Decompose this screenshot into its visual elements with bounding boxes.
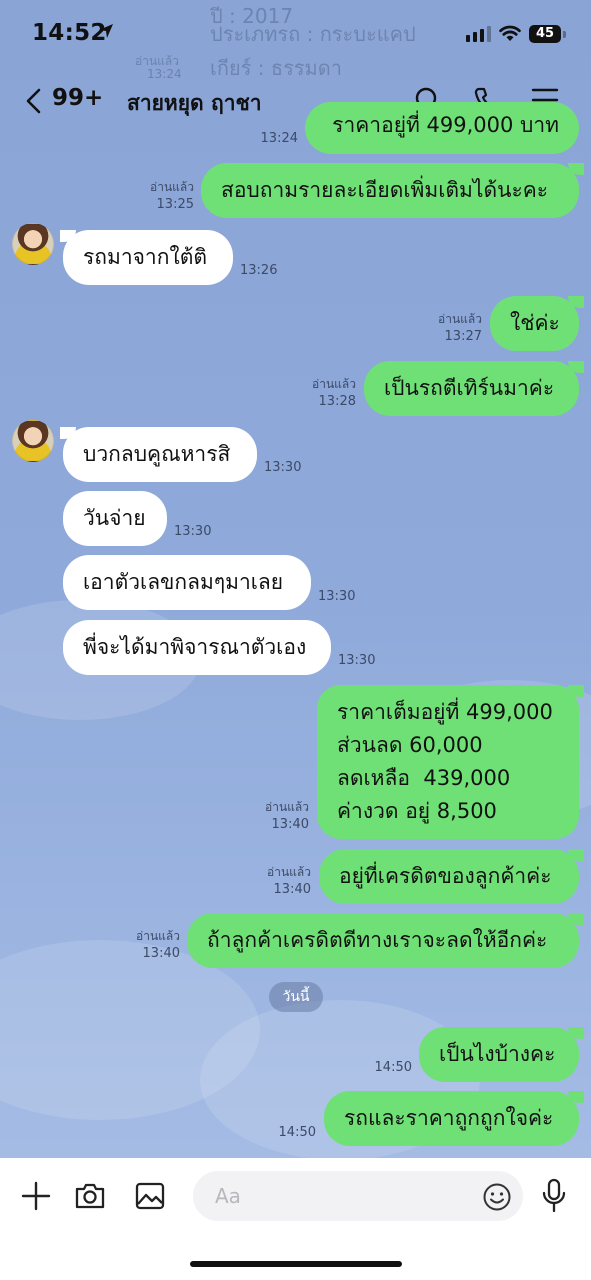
message-time: 13:28: [318, 394, 356, 409]
partial-message-line: ประเภทรถ : กระบะแคป: [210, 22, 416, 46]
message-time: 13:30: [338, 653, 376, 668]
back-chevron-icon[interactable]: [24, 88, 44, 114]
chat-title: สายหยุด ฤาชา: [127, 91, 262, 115]
message-bubble-outgoing[interactable]: ราคาอยู่ที่ 499,000 บาท: [305, 102, 579, 154]
battery-cap: [563, 31, 566, 38]
message-bubble-outgoing[interactable]: รถและราคาถูกถูกใจค่ะ: [324, 1091, 579, 1146]
message-time: 13:40: [142, 946, 180, 961]
plus-icon[interactable]: [20, 1180, 52, 1212]
unread-count[interactable]: 99+: [52, 85, 103, 111]
message-text: เอาตัวเลขกลมๆมาเลย: [83, 570, 284, 594]
message-text: ใช่ค่ะ: [510, 311, 560, 335]
message-bubble-outgoing[interactable]: เป็นรถตีเทิร์นมาค่ะ: [364, 361, 579, 416]
message-text: รถและราคาถูกถูกใจค่ะ: [344, 1106, 554, 1130]
message-meta: อ่านแล้ว 13:25: [120, 179, 194, 213]
message-bubble-outgoing[interactable]: ถ้าลูกค้าเครดิตดีทางเราจะลดให้อีกค่ะ: [187, 913, 579, 968]
message-bubble-incoming[interactable]: รถมาจากใต้ติ: [63, 230, 233, 285]
message-text: สอบถามรายละเอียดเพิ่มเติมได้นะคะ: [221, 178, 549, 202]
battery-icon: 45: [529, 25, 561, 43]
message-time: 14:50: [374, 1060, 412, 1075]
wifi-icon: [499, 25, 521, 41]
message-bubble-incoming[interactable]: เอาตัวเลขกลมๆมาเลย: [63, 555, 311, 610]
message-bubble-incoming[interactable]: พี่จะได้มาพิจารณาตัวเอง: [63, 620, 331, 675]
message-meta: อ่านแล้ว 13:40: [237, 864, 311, 898]
message-text: เป็นไงบ้างคะ: [439, 1042, 556, 1066]
avatar[interactable]: [12, 420, 54, 462]
message-line: ค่างวด อยู่ 8,500: [337, 799, 497, 823]
home-indicator[interactable]: [190, 1261, 402, 1267]
read-receipt: อ่านแล้ว: [438, 312, 482, 326]
signal-icon: [466, 26, 491, 42]
message-time: 13:30: [264, 460, 302, 475]
message-line: ลดเหลือ 439,000: [337, 766, 511, 790]
message-bubble-outgoing[interactable]: เป็นไงบ้างคะ: [419, 1027, 579, 1082]
message-bubble-outgoing[interactable]: ใช่ค่ะ: [490, 296, 579, 351]
message-text: พี่จะได้มาพิจารณาตัวเอง: [83, 635, 307, 659]
message-time: 13:24: [260, 131, 298, 146]
message-meta: อ่านแล้ว 13:40: [237, 799, 309, 833]
message-time: 13:40: [273, 882, 311, 897]
location-arrow-icon: [99, 24, 113, 38]
camera-icon[interactable]: [74, 1180, 106, 1212]
message-text: ราคาอยู่ที่ 499,000 บาท: [332, 113, 559, 137]
message-text: เป็นรถตีเทิร์นมาค่ะ: [384, 376, 555, 400]
message-bubble-outgoing[interactable]: สอบถามรายละเอียดเพิ่มเติมได้นะคะ: [201, 163, 579, 218]
message-line: ราคาเต็มอยู่ที่ 499,000: [337, 700, 553, 724]
message-time: 13:40: [271, 817, 309, 832]
message-time: 14:50: [278, 1125, 316, 1140]
message-meta: อ่านแล้ว 13:40: [106, 928, 180, 962]
status-time: 14:52: [32, 20, 107, 46]
message-input[interactable]: [193, 1171, 523, 1221]
message-time: 13:27: [444, 329, 482, 344]
message-text: บวกลบคูณหารสิ: [83, 442, 231, 466]
message-bubble-outgoing[interactable]: ราคาเต็มอยู่ที่ 499,000 ส่วนลด 60,000 ลด…: [317, 685, 579, 839]
message-bubble-incoming[interactable]: วันจ่าย: [63, 491, 167, 546]
message-text: รถมาจากใต้ติ: [83, 245, 207, 269]
message-time: 13:25: [156, 197, 194, 212]
avatar[interactable]: [12, 223, 54, 265]
microphone-icon[interactable]: [540, 1178, 568, 1214]
message-text: ถ้าลูกค้าเครดิตดีทางเราจะลดให้อีกค่ะ: [207, 928, 548, 952]
message-meta: อ่านแล้ว 13:28: [284, 376, 356, 410]
read-receipt: อ่านแล้ว: [265, 800, 309, 814]
emoji-icon[interactable]: [482, 1182, 512, 1212]
message-bubble-outgoing[interactable]: อยู่ที่เครดิตของลูกค้าค่ะ: [319, 849, 579, 904]
read-receipt: อ่านแล้ว: [267, 865, 311, 879]
message-meta: อ่านแล้ว 13:27: [410, 311, 482, 345]
message-time: 13:30: [174, 524, 212, 539]
read-receipt: อ่านแล้ว: [136, 929, 180, 943]
message-text: อยู่ที่เครดิตของลูกค้าค่ะ: [339, 864, 552, 888]
date-separator: วันนี้: [269, 982, 323, 1012]
message-bubble-incoming[interactable]: บวกลบคูณหารสิ: [63, 427, 257, 482]
message-time: 13:30: [318, 589, 356, 604]
image-icon[interactable]: [134, 1180, 166, 1212]
read-receipt: อ่านแล้ว: [150, 180, 194, 194]
message-line: ส่วนลด 60,000: [337, 733, 483, 757]
message-text: วันจ่าย: [83, 506, 146, 530]
message-time: 13:26: [240, 263, 278, 278]
read-receipt: อ่านแล้ว: [312, 377, 356, 391]
